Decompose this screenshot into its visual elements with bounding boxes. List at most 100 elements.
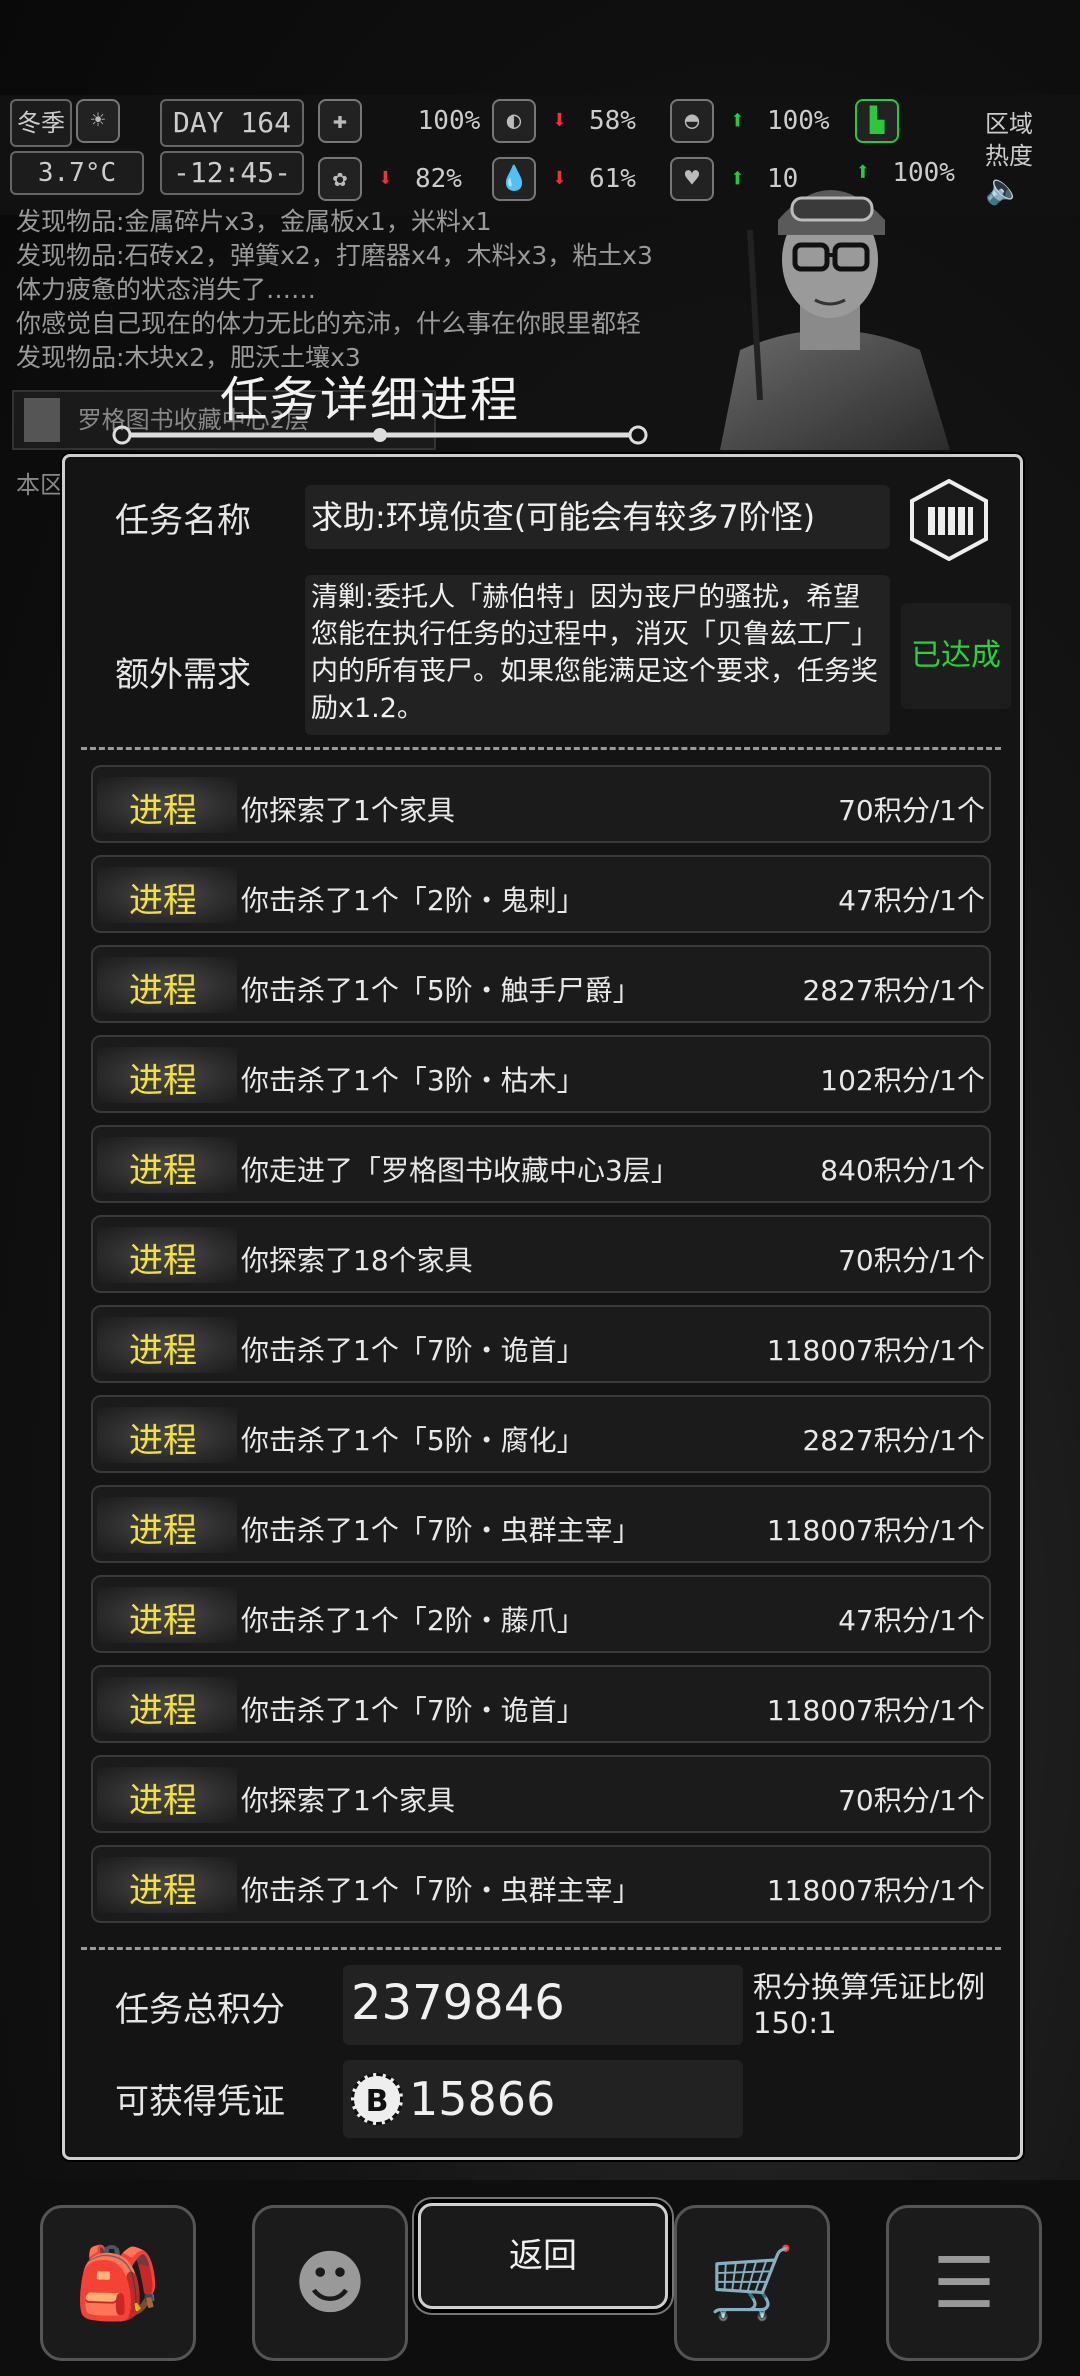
down-arrow-icon: ⬇ <box>551 105 568 136</box>
progress-points: 70积分/1个 <box>838 1244 985 1277</box>
backpack-button[interactable]: 🎒 <box>40 2205 196 2361</box>
log-line: 发现物品:金属碎片x3，金属板x1，米料x1 <box>16 207 492 236</box>
skills-button[interactable]: ☻ <box>252 2205 408 2361</box>
progress-tag: 进程 <box>129 1871 197 1911</box>
task-name-label: 任务名称 <box>115 501 251 541</box>
menu-button[interactable]: ☰ <box>886 2205 1042 2361</box>
progress-row: 进程 你击杀了1个「5阶・触手尸爵」 2827积分/1个 <box>91 945 991 1023</box>
progress-row: 进程 你击杀了1个「2阶・藤爪」 47积分/1个 <box>91 1575 991 1653</box>
total-points-value: 2379846 <box>351 1975 565 2031</box>
down-arrow-icon: ⬇ <box>377 163 394 194</box>
total-points-field: 2379846 <box>343 1965 743 2045</box>
progress-list[interactable]: 进程 你探索了1个家具 70积分/1个 进程 你击杀了1个「2阶・鬼刺」 47积分/1个进… <box>81 765 1001 1929</box>
progress-points: 70积分/1个 <box>838 794 985 827</box>
stamina-stat[interactable]: ▙ <box>855 99 899 143</box>
brain-icon: ✿ <box>318 157 362 201</box>
region-heat-label[interactable]: 区域热度 🔈 <box>985 108 1045 206</box>
progress-tag: 进程 <box>129 881 197 921</box>
progress-row: 进程 你走进了「罗格图书收藏中心3层」 840积分/1个 <box>91 1125 991 1203</box>
achieved-badge: 已达成 <box>901 603 1011 709</box>
brain-head-icon: ☻ <box>293 2242 367 2324</box>
ratio-box: 积分换算凭证比例 150:1 <box>753 1969 985 2041</box>
title-ornament <box>112 425 648 445</box>
progress-points: 2827积分/1个 <box>802 974 985 1007</box>
cart-icon: 🛒 <box>708 2242 796 2324</box>
progress-row: 进程 你击杀了1个「7阶・虫群主宰」 118007积分/1个 <box>91 1485 991 1563</box>
health-value: 100% <box>417 106 481 136</box>
voucher-label: 可获得凭证 <box>115 2082 285 2122</box>
hunger-stat[interactable]: ◐ ⬇ 58% <box>492 99 636 143</box>
progress-description: 你击杀了1个「7阶・虫群主宰」 <box>241 1874 641 1907</box>
temperature-value: 3.7°C <box>37 158 117 188</box>
progress-description: 你击杀了1个「2阶・藤爪」 <box>241 1604 585 1637</box>
sanity-stat[interactable]: ✿ ⬇ 82% <box>318 157 462 201</box>
progress-row: 进程 你探索了1个家具 70积分/1个 <box>91 1755 991 1833</box>
back-button[interactable]: 返回 <box>418 2203 668 2309</box>
progress-points: 118007积分/1个 <box>766 1334 985 1367</box>
clock-value: -12:45- <box>172 156 291 189</box>
progress-description: 你击杀了1个「7阶・虫群主宰」 <box>241 1514 641 1547</box>
water-drop-icon: 💧 <box>492 157 536 201</box>
season-indicator: 冬季 <box>10 99 72 147</box>
progress-points: 840积分/1个 <box>820 1154 985 1187</box>
list-menu-icon: ☰ <box>932 2242 996 2324</box>
progress-row: 进程 你击杀了1个「2阶・鬼刺」 47积分/1个 <box>91 855 991 933</box>
progress-row: 进程 你探索了1个家具 70积分/1个 <box>91 765 991 843</box>
log-line: 体力疲惫的状态消失了…… <box>16 275 317 304</box>
progress-description: 你击杀了1个「5阶・触手尸爵」 <box>241 974 641 1007</box>
progress-description: 你击杀了1个「5阶・腐化」 <box>241 1424 585 1457</box>
progress-tag: 进程 <box>129 1241 197 1281</box>
progress-description: 你探索了1个家具 <box>241 1784 455 1817</box>
temperature-box: 3.7°C <box>10 151 144 195</box>
log-line: 发现物品:石砖x2，弹簧x2，打磨器x4，木料x3，粘土x3 <box>16 241 653 270</box>
ratio-label: 积分换算凭证比例 <box>753 1970 986 2004</box>
progress-row: 进程 你击杀了1个「7阶・诡首」 118007积分/1个 <box>91 1665 991 1743</box>
thirst-stat[interactable]: 💧 ⬇ 61% <box>492 157 636 201</box>
stomach-icon: ◐ <box>492 99 536 143</box>
voucher-value: 15866 <box>409 2072 556 2126</box>
shop-button[interactable]: 🛒 <box>674 2205 830 2361</box>
weather-icon: ☀ <box>76 99 120 143</box>
helmet-icon: ◓ <box>670 99 714 143</box>
progress-row: 进程 你击杀了1个「3阶・枯木」 102积分/1个 <box>91 1035 991 1113</box>
progress-tag: 进程 <box>129 791 197 831</box>
armor-stat[interactable]: ◓ ⬆ 100% <box>670 99 830 143</box>
progress-tag: 进程 <box>129 1061 197 1101</box>
medkit-icon: ✚ <box>318 99 362 143</box>
progress-points: 70积分/1个 <box>838 1784 985 1817</box>
progress-tag: 进程 <box>129 1151 197 1191</box>
speaker-icon[interactable]: 🔈 <box>985 174 1045 206</box>
extra-requirement-label: 额外需求 <box>115 655 251 695</box>
extra-requirement-text: 清剿:委托人「赫伯特」因为丧尸的骚扰，希望您能在执行任务的过程中，消灭「贝鲁兹工… <box>311 582 878 724</box>
season-text: 冬季 <box>17 109 65 137</box>
soldier-portrait <box>720 190 950 450</box>
progress-points: 47积分/1个 <box>838 1604 985 1637</box>
hunger-value: 58% <box>588 106 636 136</box>
progress-tag: 进程 <box>129 1691 197 1731</box>
sun-icon: ☀ <box>76 99 120 143</box>
event-log: 发现物品:金属碎片x3，金属板x1，米料x1 发现物品:石砖x2，弹簧x2，打磨… <box>16 205 756 375</box>
progress-row: 进程 你击杀了1个「7阶・诡首」 118007积分/1个 <box>91 1305 991 1383</box>
boot-icon: ▙ <box>855 99 899 143</box>
backpack-icon: 🎒 <box>74 2242 162 2324</box>
progress-description: 你击杀了1个「7阶・诡首」 <box>241 1334 585 1367</box>
armor-value: 100% <box>766 106 830 136</box>
progress-description: 你击杀了1个「7阶・诡首」 <box>241 1694 585 1727</box>
thirst-value: 61% <box>588 164 636 194</box>
progress-points: 118007积分/1个 <box>766 1514 985 1547</box>
day-label: DAY <box>172 106 224 139</box>
voucher-field: B 15866 <box>343 2060 743 2138</box>
progress-description: 你击杀了1个「2阶・鬼刺」 <box>241 884 585 917</box>
sanity-value: 82% <box>414 164 462 194</box>
progress-tag: 进程 <box>129 1781 197 1821</box>
progress-row: 进程 你击杀了1个「7阶・虫群主宰」 118007积分/1个 <box>91 1845 991 1923</box>
progress-row: 进程 你击杀了1个「5阶・腐化」 2827积分/1个 <box>91 1395 991 1473</box>
progress-description: 你探索了1个家具 <box>241 794 455 827</box>
ammo-icon[interactable] <box>908 479 990 561</box>
region-heat-text: 区域热度 <box>985 110 1033 170</box>
progress-points: 47积分/1个 <box>838 884 985 917</box>
progress-tag: 进程 <box>129 1331 197 1371</box>
health-stat[interactable]: ✚ 100% <box>318 99 481 143</box>
progress-list-inner: 进程 你探索了1个家具 70积分/1个 进程 你击杀了1个「2阶・鬼刺」 47积分/1个进… <box>81 765 1001 1923</box>
log-line: 你感觉自己现在的体力无比的充沛，什么事在你眼里都轻 <box>16 309 642 338</box>
